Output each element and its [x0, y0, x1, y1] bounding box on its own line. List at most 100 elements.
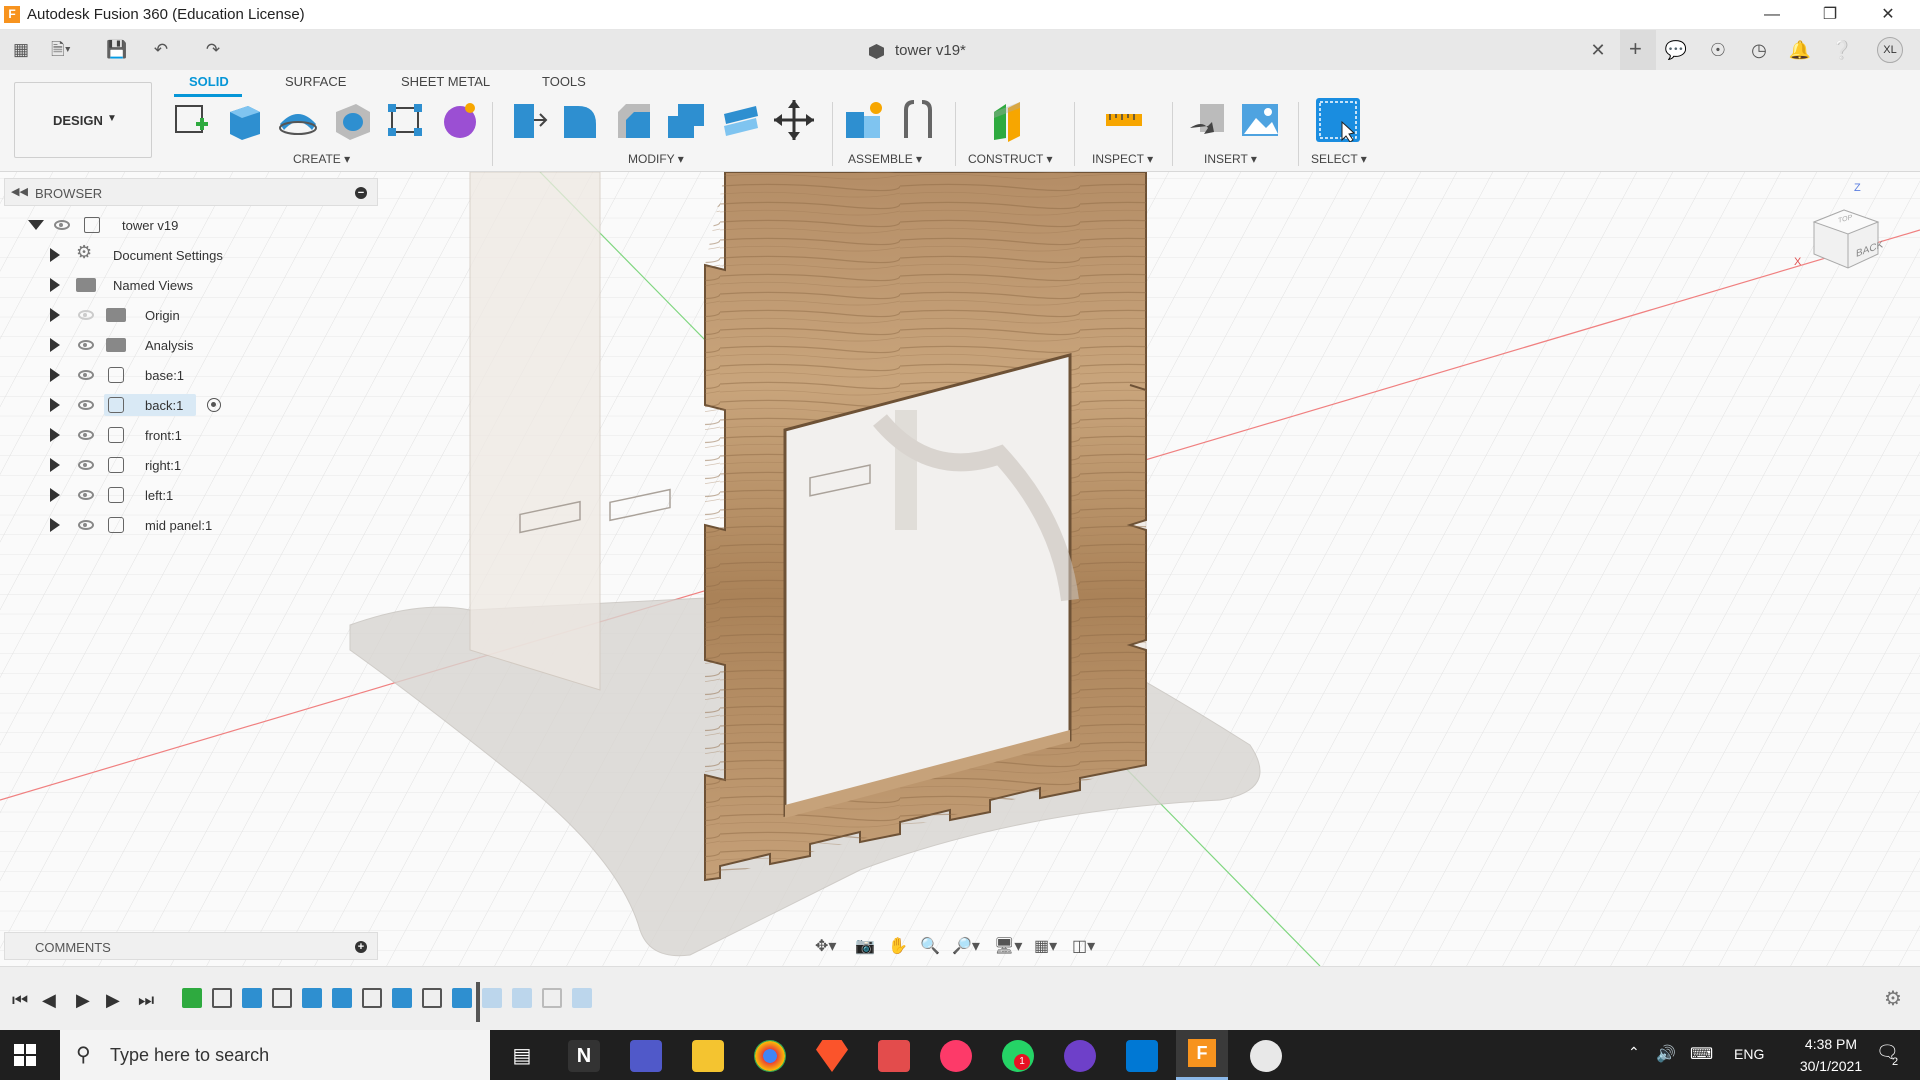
chrome-icon[interactable] — [754, 1040, 786, 1072]
joint-icon[interactable] — [896, 98, 940, 142]
redo-icon[interactable]: ↷ — [200, 38, 226, 62]
vscode-icon[interactable] — [1126, 1040, 1158, 1072]
tab-surface[interactable]: SURFACE — [285, 74, 346, 89]
create-sketch-icon[interactable] — [170, 98, 214, 142]
expand-arrow-icon[interactable] — [50, 398, 60, 412]
new-component-icon[interactable] — [842, 98, 886, 142]
add-comment-icon[interactable]: + — [355, 941, 367, 953]
collapse-browser-icon[interactable]: ◀◀ — [11, 185, 28, 198]
modify-group-label[interactable]: MODIFY ▾ — [628, 152, 684, 166]
save-icon[interactable]: 💾 — [104, 38, 130, 62]
file-explorer-icon[interactable] — [692, 1040, 724, 1072]
document-tab[interactable]: tower v19* — [845, 30, 1645, 70]
expand-arrow-icon[interactable] — [50, 338, 60, 352]
expand-arrow-icon[interactable] — [50, 428, 60, 442]
visibility-eye-icon[interactable] — [78, 340, 94, 350]
browser-item-front[interactable]: front:1 — [20, 420, 320, 450]
data-panel-grid-icon[interactable]: ▦ — [8, 38, 34, 62]
language-indicator[interactable]: ENG — [1734, 1046, 1764, 1062]
expand-arrow-icon[interactable] — [50, 488, 60, 502]
expand-arrow-icon[interactable] — [28, 220, 44, 230]
fusion-taskbar-button[interactable]: F — [1176, 1030, 1228, 1080]
insert-group-label[interactable]: INSERT ▾ — [1204, 152, 1257, 166]
fillet-icon[interactable] — [558, 98, 602, 142]
browser-item-right[interactable]: right:1 — [20, 450, 320, 480]
select-group-label[interactable]: SELECT ▾ — [1311, 152, 1367, 166]
timeline-extrude-feature-icon[interactable] — [332, 988, 352, 1008]
expand-arrow-icon[interactable] — [50, 278, 60, 292]
browser-item-mid-panel[interactable]: mid panel:1 — [20, 510, 320, 540]
view-cube[interactable]: BACK TOP Z X — [1794, 182, 1886, 280]
notifications-icon[interactable]: 🔔 — [1786, 38, 1814, 62]
visibility-eye-icon[interactable] — [78, 400, 94, 410]
chamfer-icon[interactable] — [612, 98, 656, 142]
close-tab-icon[interactable]: ✕ — [1584, 38, 1612, 62]
move-copy-icon[interactable] — [772, 98, 816, 142]
timeline-extrude-feature-icon[interactable] — [452, 988, 472, 1008]
browser-item-back[interactable]: back:1 — [20, 390, 320, 420]
timeline-next-icon[interactable]: ▶ — [106, 990, 120, 1011]
restore-button[interactable]: ❐ — [1808, 2, 1852, 28]
tab-solid[interactable]: SOLID — [189, 74, 229, 89]
new-tab-button[interactable]: + — [1620, 30, 1656, 70]
timeline-suppressed-feature-icon[interactable] — [572, 988, 592, 1008]
user-avatar[interactable]: XL — [1877, 37, 1903, 63]
visibility-eye-icon[interactable] — [78, 520, 94, 530]
timeline-settings-gear-icon[interactable]: ⚙ — [1884, 986, 1902, 1011]
tab-sheet-metal[interactable]: SHEET METAL — [401, 74, 490, 89]
browser-item-left[interactable]: left:1 — [20, 480, 320, 510]
fit-icon[interactable]: 🔎▾ — [952, 936, 980, 956]
browser-item-origin[interactable]: Origin — [20, 300, 320, 330]
app-icon[interactable] — [878, 1040, 910, 1072]
insert-derive-icon[interactable] — [1186, 98, 1230, 142]
windows-start-icon[interactable] — [14, 1044, 36, 1066]
tray-chevron-icon[interactable]: ⌃ — [1628, 1044, 1640, 1061]
expand-arrow-icon[interactable] — [50, 518, 60, 532]
timeline-sketch-feature-icon[interactable] — [272, 988, 292, 1008]
clock-time[interactable]: 4:38 PM — [1786, 1036, 1876, 1052]
browser-header[interactable]: ◀◀ BROWSER − — [4, 178, 378, 206]
inspect-group-label[interactable]: INSPECT ▾ — [1092, 152, 1153, 166]
browser-item-analysis[interactable]: Analysis — [20, 330, 320, 360]
extensions-icon[interactable]: ☉ — [1704, 38, 1732, 62]
pan-icon[interactable]: ✋ — [888, 936, 908, 956]
revolve-icon[interactable] — [276, 98, 320, 142]
press-pull-icon[interactable] — [504, 98, 548, 142]
notion-icon[interactable]: N — [568, 1040, 600, 1072]
insert-canvas-icon[interactable] — [1238, 98, 1282, 142]
visibility-eye-icon[interactable] — [78, 430, 94, 440]
snipping-icon[interactable] — [1250, 1040, 1282, 1072]
keyboard-icon[interactable]: ⌨ — [1690, 1044, 1713, 1064]
select-icon[interactable] — [1316, 98, 1360, 143]
browser-item-named-views[interactable]: Named Views — [20, 270, 320, 300]
timeline-suppressed-feature-icon[interactable] — [542, 988, 562, 1008]
close-window-button[interactable]: ✕ — [1866, 2, 1910, 28]
itunes-icon[interactable] — [940, 1040, 972, 1072]
comments-panel[interactable]: COMMENTS + — [4, 932, 378, 960]
visibility-eye-icon[interactable] — [78, 460, 94, 470]
browser-item-base[interactable]: base:1 — [20, 360, 320, 390]
job-status-icon[interactable]: 💬 — [1662, 38, 1690, 62]
help-icon[interactable]: ❔ — [1828, 38, 1856, 62]
offset-plane-icon[interactable] — [990, 98, 1034, 142]
construct-group-label[interactable]: CONSTRUCT ▾ — [968, 152, 1052, 166]
timeline-sketch-feature-icon[interactable] — [422, 988, 442, 1008]
volume-icon[interactable]: 🔊 — [1656, 1044, 1676, 1064]
timeline-pattern-feature-icon[interactable] — [362, 988, 382, 1008]
expand-arrow-icon[interactable] — [50, 368, 60, 382]
timeline-combine-feature-icon[interactable] — [392, 988, 412, 1008]
timeline-sketch-feature-icon[interactable] — [212, 988, 232, 1008]
taskbar-search-box[interactable]: ⚲ Type here to search — [60, 1030, 490, 1080]
visibility-eye-icon[interactable] — [78, 370, 94, 380]
timeline-suppressed-feature-icon[interactable] — [512, 988, 532, 1008]
browser-root-row[interactable]: tower v19 — [20, 210, 320, 240]
tab-tools[interactable]: TOOLS — [542, 74, 586, 89]
timeline-extrude-feature-icon[interactable] — [242, 988, 262, 1008]
minimize-button[interactable]: — — [1750, 2, 1794, 28]
combine-icon[interactable] — [718, 98, 762, 142]
browser-item-document-settings[interactable]: ⚙ Document Settings — [20, 240, 320, 270]
timeline-start-icon[interactable]: ⏮ — [12, 990, 28, 1011]
timeline-plane-feature-icon[interactable] — [182, 988, 202, 1008]
display-settings-icon[interactable]: 🖥▾ — [994, 936, 1022, 956]
shell-icon[interactable] — [664, 98, 708, 142]
